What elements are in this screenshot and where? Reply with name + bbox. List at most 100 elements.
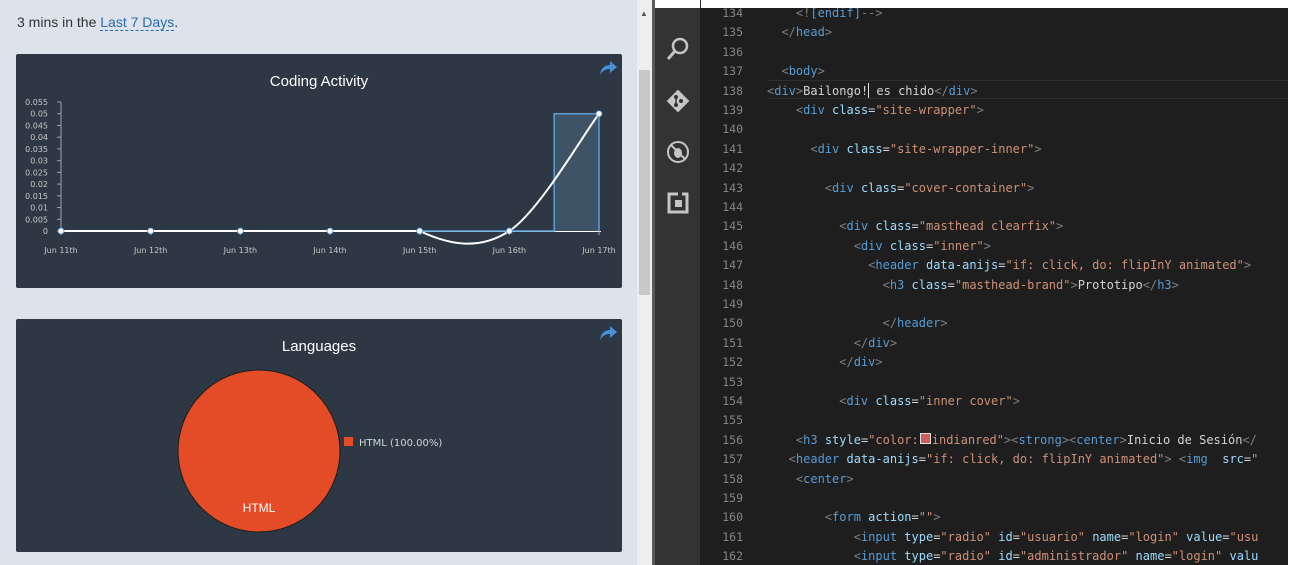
line-number: 138 — [722, 83, 743, 98]
code-line[interactable]: <body> — [767, 62, 824, 81]
code-line[interactable]: <div class="masthead clearfix"> — [767, 217, 1063, 236]
code-token: "radio" — [940, 529, 991, 544]
code-token: class — [832, 103, 869, 117]
legend-swatch — [344, 437, 353, 446]
code-token: style — [824, 432, 861, 447]
code-token: data-anijs — [846, 452, 919, 467]
page-scrollbar[interactable]: ▲ — [637, 0, 652, 565]
code-line[interactable]: <input type="radio" id="administrador" n… — [767, 547, 1259, 565]
debug-icon[interactable] — [665, 139, 691, 165]
code-token: div — [853, 355, 876, 370]
code-token: > — [846, 471, 854, 486]
code-token: header — [795, 452, 840, 467]
code-token: >< — [1061, 432, 1077, 447]
code-token: "administrador" — [1019, 549, 1129, 564]
code-line[interactable]: <div class="site-wrapper"> — [767, 101, 984, 120]
code-token: "masthead clearfix" — [918, 219, 1057, 234]
code-token: "" — [918, 510, 934, 525]
code-line[interactable]: </div> — [767, 334, 897, 353]
code-line[interactable]: <form action=""> — [767, 508, 941, 527]
code-token: Inicio de Sesión — [1126, 432, 1243, 447]
code-line[interactable]: </header> — [767, 314, 948, 333]
code-line[interactable]: <h3 class="masthead-brand">Prototipo</h3… — [767, 276, 1179, 295]
code-token: = — [911, 219, 919, 234]
code-token: > < — [1164, 452, 1187, 467]
coding-activity-chart: 0 0.005 0.01 0.015 0.02 0.025 0.03 0.035 0.04 0.0… — [25, 98, 616, 255]
code-token: > — [1070, 277, 1078, 292]
line-number: 160 — [722, 510, 743, 525]
code-token: src — [1222, 452, 1244, 467]
code-token: h3 — [889, 277, 905, 292]
line-number: 140 — [722, 122, 743, 137]
code-line[interactable]: <h3 style="color: indianred"><strong><cen… — [767, 431, 1257, 450]
data-point — [236, 227, 244, 235]
code-line[interactable]: <div class="inner cover"> — [767, 392, 1020, 411]
git-icon[interactable] — [665, 88, 691, 114]
code-line[interactable]: </div> — [767, 353, 882, 372]
x-tick-label: Jun 16th — [492, 246, 526, 255]
code-token: </ — [934, 83, 949, 98]
data-point — [57, 227, 65, 235]
y-tick-label: 0.05 — [30, 110, 48, 119]
code-line[interactable]: <header data-anijs="if: click, do: flipI… — [767, 256, 1251, 275]
code-token: < — [767, 394, 847, 408]
line-number: 147 — [722, 258, 743, 273]
code-editor[interactable]: 134 <![endif]--> 135 </head> 136 137 <body>… — [700, 8, 1288, 565]
search-icon[interactable] — [665, 36, 691, 62]
code-token: = — [1012, 549, 1020, 564]
code-token: "usu — [1229, 529, 1259, 544]
code-line[interactable]: <div>Bailongo! es chido</div> — [767, 82, 978, 101]
x-tick-label: Jun 14th — [312, 246, 346, 255]
code-token: body — [788, 64, 818, 79]
code-token: class — [889, 238, 926, 253]
code-line[interactable]: <div class="inner"> — [767, 237, 991, 256]
code-token: data-anijs — [925, 258, 999, 273]
extensions-icon[interactable] — [665, 190, 691, 216]
code-token: < — [767, 219, 847, 234]
code-line[interactable]: <header data-anijs="if: click, do: flipI… — [767, 450, 1259, 469]
code-token: = — [1012, 529, 1020, 544]
code-line[interactable]: <input type="radio" id="usuario" name="l… — [767, 528, 1259, 547]
code-token: > — [976, 103, 984, 117]
code-line[interactable]: <div class="site-wrapper-inner"> — [767, 140, 1041, 159]
code-token: div — [868, 335, 890, 350]
code-token: [endif] — [810, 8, 861, 20]
code-token: < — [767, 471, 804, 486]
code-token: indianred" — [931, 432, 1004, 447]
summary-prefix: 3 mins in the — [17, 14, 97, 30]
line-number: 157 — [722, 452, 743, 467]
line-number: 145 — [722, 219, 743, 234]
code-line[interactable]: <center> — [767, 470, 854, 489]
code-token: type — [904, 529, 934, 544]
last-7-days-link[interactable]: Last 7 Days — [100, 14, 175, 31]
code-token: </ — [767, 355, 854, 370]
code-token: = — [947, 277, 955, 292]
code-token: es chido — [869, 83, 935, 98]
code-token: >< — [1004, 432, 1019, 447]
code-token: < — [767, 452, 796, 467]
code-line[interactable]: </head> — [767, 23, 832, 42]
scroll-up-arrow-icon[interactable]: ▲ — [640, 10, 648, 18]
code-token: "site-wrapper-inner" — [889, 141, 1035, 156]
code-token: > — [889, 335, 898, 350]
code-token: strong — [1018, 432, 1062, 447]
code-line[interactable]: <div class="cover-container"> — [767, 179, 1035, 198]
code-token: "if: click, do: flipInY animated" — [925, 452, 1165, 467]
code-token: name — [1135, 549, 1165, 564]
code-token: </ — [1142, 277, 1158, 292]
scrollbar-thumb[interactable] — [639, 70, 650, 295]
code-token: > — [1243, 258, 1252, 273]
code-token: "login" — [1128, 529, 1179, 544]
code-token: "cover-container" — [904, 180, 1028, 195]
code-line[interactable]: <![endif]--> — [767, 8, 883, 23]
code-token: < — [767, 432, 804, 447]
code-token: = — [918, 452, 926, 467]
code-token: > — [824, 25, 833, 40]
